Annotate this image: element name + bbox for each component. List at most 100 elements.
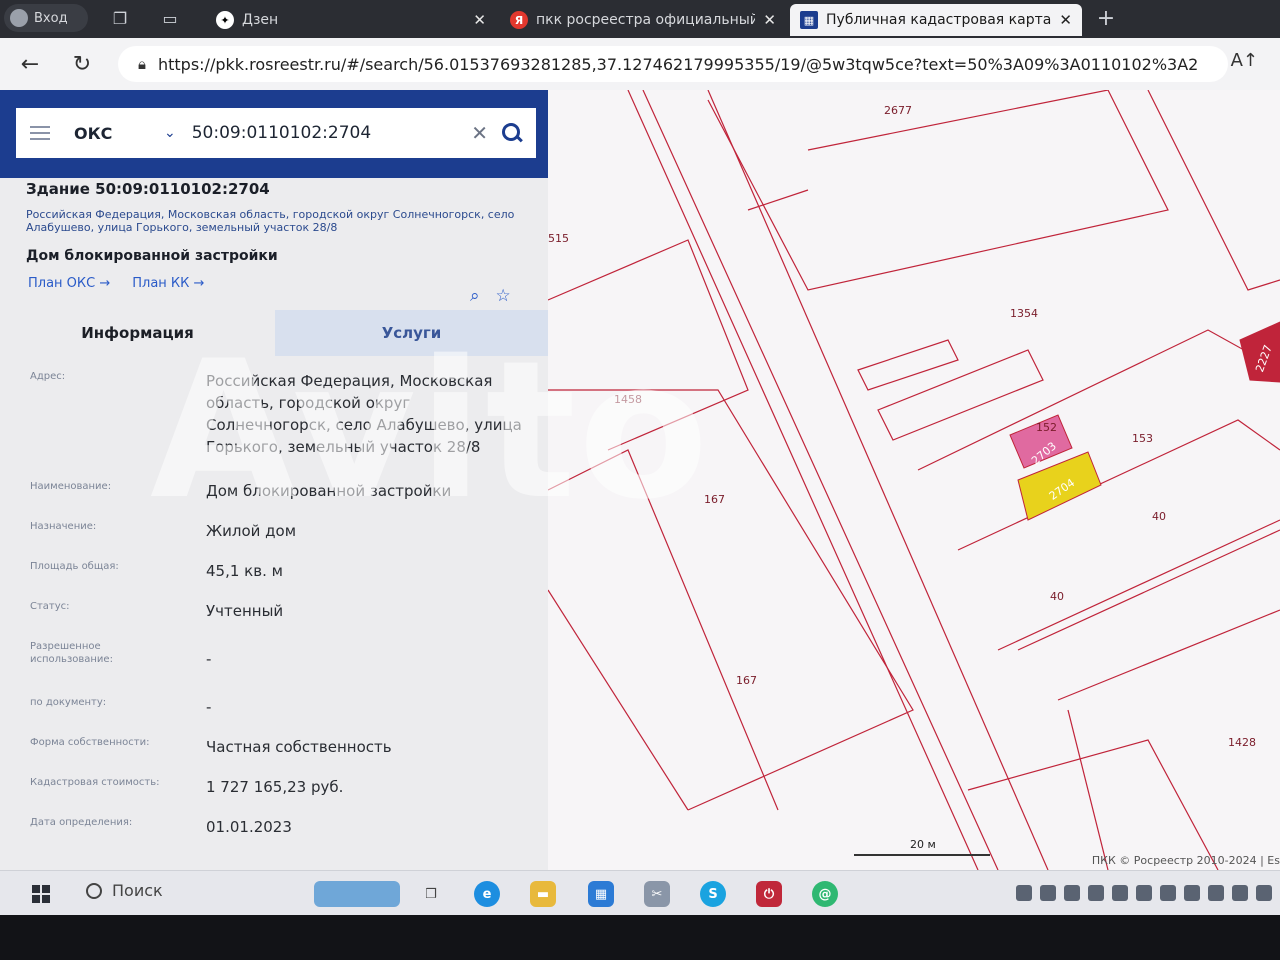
search-icon <box>86 882 102 899</box>
search-input[interactable]: 50:09:0110102:2704 <box>192 123 472 143</box>
cadastral-map[interactable]: 2677 515 1354 1458 152 2703 2704 153 167… <box>548 90 1280 870</box>
tray-icon[interactable] <box>1040 885 1056 901</box>
tray-icon[interactable] <box>1232 885 1248 901</box>
detail-label: Площадь общая: <box>30 561 119 572</box>
object-tools: ⌕ ☆ <box>470 286 511 306</box>
clear-icon[interactable]: ✕ <box>471 121 488 145</box>
detail-value: Дом блокированной застройки <box>206 482 452 500</box>
tray-icon[interactable] <box>1112 885 1128 901</box>
address-bar[interactable]: 🔒︎ https://pkk.rosreestr.ru/#/search/56.… <box>118 46 1228 82</box>
profile-button[interactable]: Вход <box>4 4 88 32</box>
map-label: 1458 <box>614 393 642 406</box>
windows-start-icon[interactable] <box>32 885 50 903</box>
tab-label: Публичная кадастровая карта <box>826 12 1052 28</box>
parcel-boundary <box>548 589 689 811</box>
back-icon[interactable]: ← <box>14 48 46 80</box>
messenger-icon[interactable]: @ <box>812 881 838 907</box>
panel-tabs: Информация Услуги <box>0 310 548 356</box>
parcel-boundary <box>642 90 999 870</box>
tray-icon[interactable] <box>1016 885 1032 901</box>
map-label: 167 <box>704 493 725 506</box>
detail-label: Кадастровая стоимость: <box>30 777 160 788</box>
detail-label: Форма собственности: <box>30 737 150 748</box>
tab-services[interactable]: Услуги <box>275 310 548 356</box>
close-icon[interactable]: ✕ <box>1059 11 1072 29</box>
file-explorer-icon[interactable]: ▬ <box>530 881 556 907</box>
store-icon[interactable]: ▦ <box>588 881 614 907</box>
snipping-tool-icon[interactable]: ✂ <box>644 881 670 907</box>
map-label: 1354 <box>1010 307 1038 320</box>
tray-icon[interactable] <box>1208 885 1224 901</box>
chevron-down-icon[interactable]: ⌄ <box>164 125 176 141</box>
scale-bar <box>854 854 990 856</box>
reload-icon[interactable]: ↻ <box>66 48 98 80</box>
star-icon[interactable]: ☆ <box>496 286 511 306</box>
skype-icon[interactable]: S <box>700 881 726 907</box>
parcel-boundaries <box>548 90 1280 870</box>
address-row: ← ↻ 🔒︎ https://pkk.rosreestr.ru/#/search… <box>0 38 1280 91</box>
parcel-boundary <box>807 90 1109 151</box>
detail-label: Разрешенное использование: <box>30 641 113 665</box>
plan-kk-link[interactable]: План КК → <box>132 276 204 291</box>
parcel-boundary <box>1067 709 1109 870</box>
plan-oks-link[interactable]: План ОКС → <box>28 276 110 291</box>
map-label: 40 <box>1152 510 1166 523</box>
browser-tab-bar: Вход ❐ ▭ ✦ Дзен ✕ Я пкк росреестра офици… <box>0 0 1280 38</box>
tray-icon[interactable] <box>1160 885 1176 901</box>
parcel-boundary <box>627 90 979 870</box>
plan-links: План ОКС → План КК → <box>28 276 204 291</box>
detail-value: Учтенный <box>206 602 284 620</box>
detail-value: Жилой дом <box>206 522 297 540</box>
parcel-boundary <box>957 419 1280 551</box>
map-copyright: ПКК © Росреестр 2010-2024 | Es <box>1091 854 1280 867</box>
tab-actions-icon[interactable]: ▭ <box>154 2 186 34</box>
parcel-boundary <box>917 329 1280 471</box>
tray-icon[interactable] <box>1256 885 1272 901</box>
taskbar-search-label: Поиск <box>112 881 163 900</box>
scale-label: 20 м <box>910 838 936 851</box>
close-icon[interactable]: ✕ <box>763 11 776 29</box>
lock-icon: 🔒︎ <box>138 55 146 73</box>
tab-dzen[interactable]: ✦ Дзен ✕ <box>206 4 496 36</box>
tab-yandex-search[interactable]: Я пкк росреестра официальный с ✕ <box>500 4 786 36</box>
search-type-select[interactable]: ОКС <box>74 124 164 143</box>
close-icon[interactable]: ✕ <box>473 11 486 29</box>
tab-information[interactable]: Информация <box>0 310 275 356</box>
map-label: 153 <box>1132 432 1153 445</box>
tray-icon[interactable] <box>1064 885 1080 901</box>
read-aloud-icon[interactable]: A↑ <box>1231 50 1258 71</box>
collections-icon[interactable]: ❐ <box>104 2 136 34</box>
search-icon[interactable] <box>502 123 522 143</box>
map-label: 40 <box>1050 590 1064 603</box>
detail-label: Назначение: <box>30 521 97 532</box>
tray-icon[interactable] <box>1088 885 1104 901</box>
detail-label: Адрес: <box>30 371 66 382</box>
tray-icon[interactable] <box>1184 885 1200 901</box>
pkk-icon: ▦ <box>800 11 818 29</box>
screen-bezel <box>0 915 1280 960</box>
yandex-icon: Я <box>510 11 528 29</box>
detail-value: 01.01.2023 <box>206 818 292 836</box>
search-bar-container: ОКС ⌄ 50:09:0110102:2704 ✕ ‹ <box>0 90 568 178</box>
edge-browser-icon[interactable]: e <box>474 881 500 907</box>
power-app-icon[interactable]: ⏻ <box>756 881 782 907</box>
parcel-boundary <box>548 239 749 451</box>
parcel-boundary <box>707 90 1049 870</box>
tray-icon[interactable] <box>1136 885 1152 901</box>
menu-icon[interactable] <box>30 126 50 140</box>
parcel-boundary <box>857 339 959 391</box>
detail-value: Частная собственность <box>206 738 392 756</box>
weather-widget-icon[interactable] <box>314 881 400 907</box>
zoom-to-object-icon[interactable]: ⌕ <box>470 286 480 306</box>
detail-label: по документу: <box>30 697 107 708</box>
url-text: https://pkk.rosreestr.ru/#/search/56.015… <box>157 54 1198 74</box>
tab-label: пкк росреестра официальный с <box>536 12 756 28</box>
tab-pkk[interactable]: ▦ Публичная кадастровая карта ✕ <box>790 4 1082 36</box>
taskbar-search[interactable]: Поиск <box>86 881 163 900</box>
task-view-icon[interactable]: ❒ <box>418 881 444 907</box>
object-name: Дом блокированной застройки <box>26 248 278 264</box>
new-tab-icon[interactable]: + <box>1090 2 1122 34</box>
detail-value: - <box>206 650 212 668</box>
detail-value: - <box>206 698 212 716</box>
parcel-boundary <box>1057 609 1280 701</box>
